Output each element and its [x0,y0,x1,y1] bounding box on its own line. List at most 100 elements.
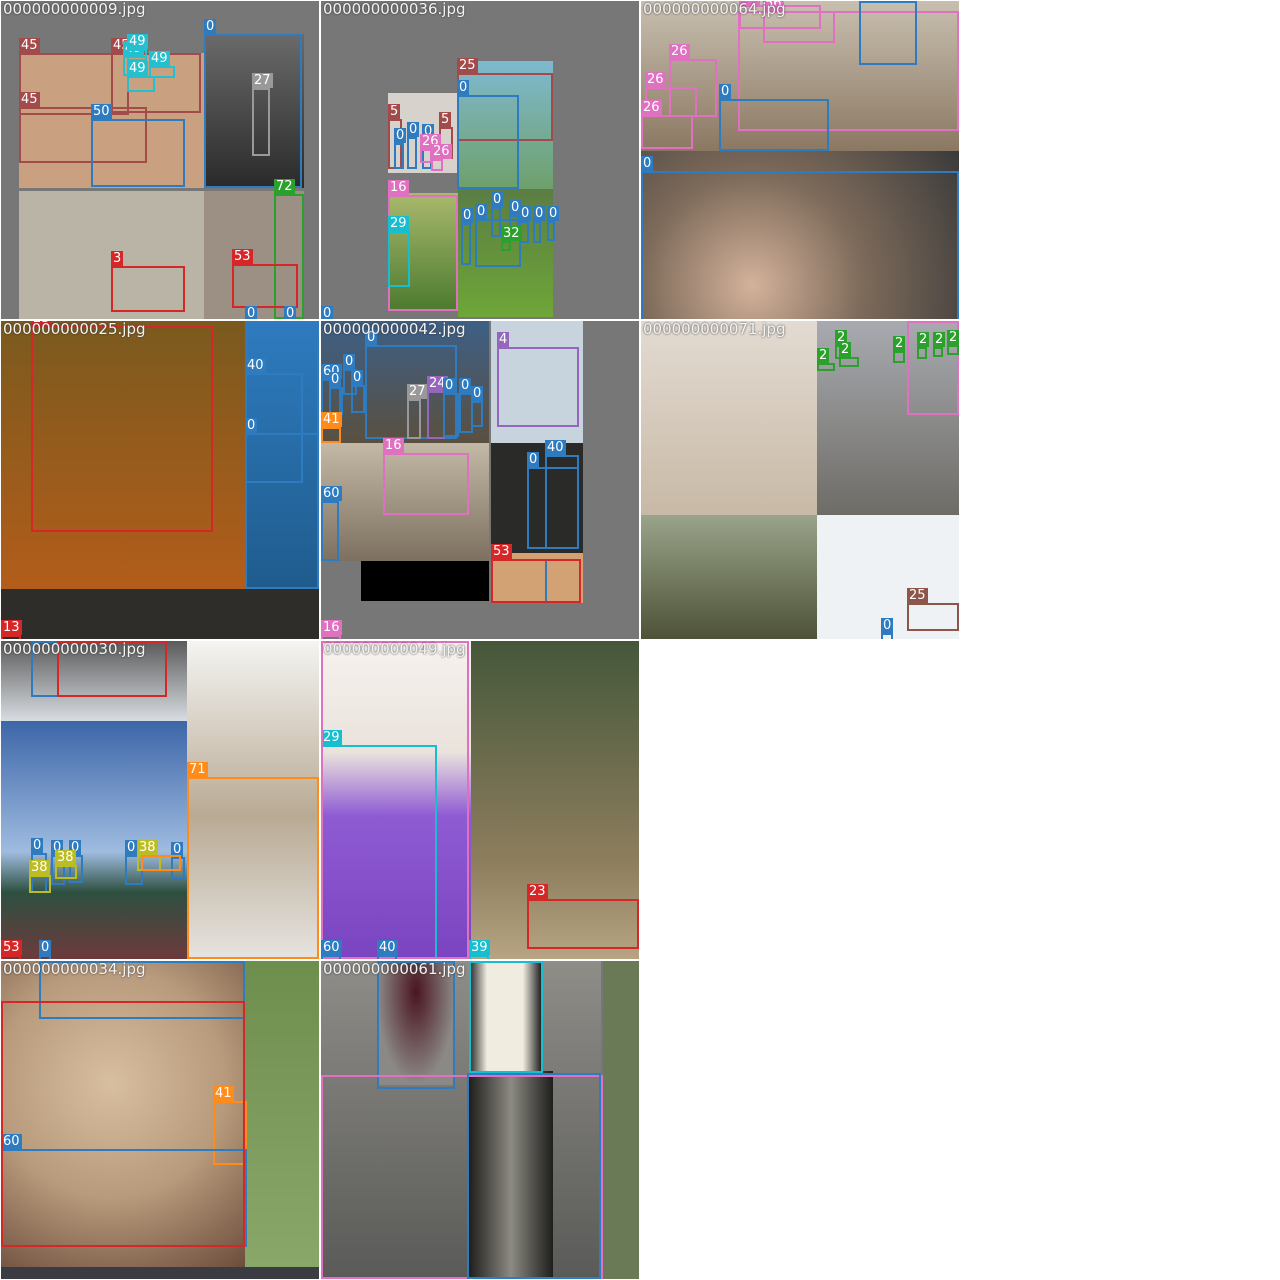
bbox-label: 0 [321,306,334,319]
bbox-person: 0 [527,452,579,549]
bbox-label: 0 [125,840,138,855]
bbox-label: 38 [137,840,158,855]
bbox-label: 13 [1,620,22,635]
bbox-sports-ball: 32 [501,226,522,251]
tile-000000000036[interactable]: 000000000036.jpg 25 0 5 5 0 0 0 26 26 16… [321,1,639,319]
bbox-label: 0 [459,378,472,393]
bbox-dining-table: 60 [321,940,342,959]
bbox-label: 0 [284,306,297,319]
bbox-broccoli: 49 [127,34,148,61]
bbox-label: 4 [497,332,510,347]
bbox-label: 16 [388,180,409,195]
tile-filename: 000000000025.jpg [3,321,146,338]
bbox-person: 0 [859,1,917,65]
mosaic-root: { "title": "", "tiles": [ {"name": "0000… [0,0,1280,1280]
bbox-giraffe: 23 [31,321,213,532]
bbox-label: 0 [39,940,52,955]
photo-tennis-court [1,721,187,959]
tile-filename: 000000000034.jpg [3,961,146,978]
tile-000000000034[interactable]: 000000000034.jpg 41 60 [1,961,319,1279]
bbox-label: 2 [917,332,930,347]
bbox-label: 3 [111,251,124,266]
bbox-person: 0 [329,372,343,415]
bbox-label: 16 [383,438,404,453]
photo-grass [245,961,319,1279]
bbox-label: 38 [55,850,76,865]
bbox-broccoli: 50 [91,104,185,187]
bbox-pizza: 53 [232,249,298,308]
bbox-bottle [467,1073,601,1279]
tile-000000000042[interactable]: 000000000042.jpg 0 0 60 0 0 27 24 0 0 0 … [321,321,639,639]
bbox-label: 27 [252,73,273,88]
bbox-label: 2 [947,330,959,345]
bbox-sink: 71 [187,762,319,959]
bbox-label: 71 [187,762,208,777]
bbox-label: 0 [343,354,356,369]
bbox-person: 0 [491,192,504,237]
bbox-person: 0 [881,618,894,639]
bbox-label: 0 [394,128,407,143]
bbox-label: 60 [321,940,342,955]
bbox-label: 53 [1,940,22,955]
bbox-car: 2 [893,336,906,363]
bbox-label: 39 [469,940,490,955]
bbox-label: 49 [149,51,170,66]
bbox-label: 49 [127,61,148,76]
bbox-cup: 40 [377,940,398,959]
tile-000000000061[interactable]: 000000000061.jpg [321,961,639,1279]
bbox-label: 5 [439,112,452,127]
bbox-giraffe: 23 [527,884,639,949]
photo-dark-bottom [1,589,319,639]
bbox-tie: 27 [252,73,273,156]
bbox-label: 0 [443,378,456,393]
bbox-label: 60 [321,486,342,501]
bbox-label: 0 [457,80,470,95]
tile-filename: 000000000064.jpg [643,1,786,18]
tile-filename: 000000000009.jpg [3,1,146,18]
bbox-car: 2 [933,332,946,357]
bbox-person: 0 [443,378,459,437]
bbox-bottle [469,961,543,1073]
tile-000000000030[interactable]: 000000000030.jpg 0 53 71 0 0 0 38 38 0 3… [1,641,319,959]
bbox-label: 0 [461,208,474,223]
bbox-wine-glass [377,961,455,1089]
bbox-pizza: 53 [491,544,581,603]
bbox-label: 23 [527,884,548,899]
bbox-car: 2 [917,332,930,359]
bbox-pizza [1,1001,245,1247]
bbox-broccoli: 49 [127,61,155,92]
tile-000000000025[interactable]: 000000000025.jpg 23 0 40 0 13 [1,321,319,639]
bbox-label: 0 [881,618,894,633]
bbox-person: 0 [39,940,52,959]
bbox-pizza: 53 [1,940,22,959]
tile-filename: 000000000061.jpg [323,961,466,978]
bbox-label: 26 [641,100,662,115]
bbox-tennis-racket: 38 [55,850,77,879]
bbox-label: 50 [91,104,112,119]
bbox-person: 0 [394,128,407,169]
bbox-label: 27 [407,384,428,399]
bbox-label: 2 [839,342,852,357]
bbox-chair: 26 [641,100,693,149]
tile-filename: 000000000049.jpg [323,641,466,658]
bbox-airplane: 4 [497,332,579,427]
bbox-label: 26 [431,144,452,159]
bbox-label: 40 [545,440,566,455]
bbox-label: 41 [321,412,342,427]
tile-filename: 000000000036.jpg [323,1,466,18]
bbox-label: 45 [19,38,40,53]
bbox-label: 0 [641,156,654,171]
tile-000000000049[interactable]: 000000000049.jpg 29 39 60 40 39 23 [321,641,639,959]
bbox-label: 26 [669,44,690,59]
photo-balloon [641,321,817,515]
tile-000000000071[interactable]: 000000000071.jpg 6 2 2 2 2 2 2 2 25 0 [641,321,959,639]
tile-000000000064[interactable]: 000000000064.jpg 56 64 26 26 26 64 0 0 0 [641,1,959,319]
bbox-motorcycle: 3 [111,251,185,312]
photo-black-block [361,561,489,601]
tile-filename: 000000000071.jpg [643,321,786,338]
bbox-sports-ball: 38 [141,855,181,871]
tile-000000000009[interactable]: 000000000009.jpg 45 45 45 49 49 49 49 50… [1,1,319,319]
bbox-label: 53 [491,544,512,559]
bbox-label: 0 [519,206,532,221]
bbox-label: 16 [321,620,342,635]
